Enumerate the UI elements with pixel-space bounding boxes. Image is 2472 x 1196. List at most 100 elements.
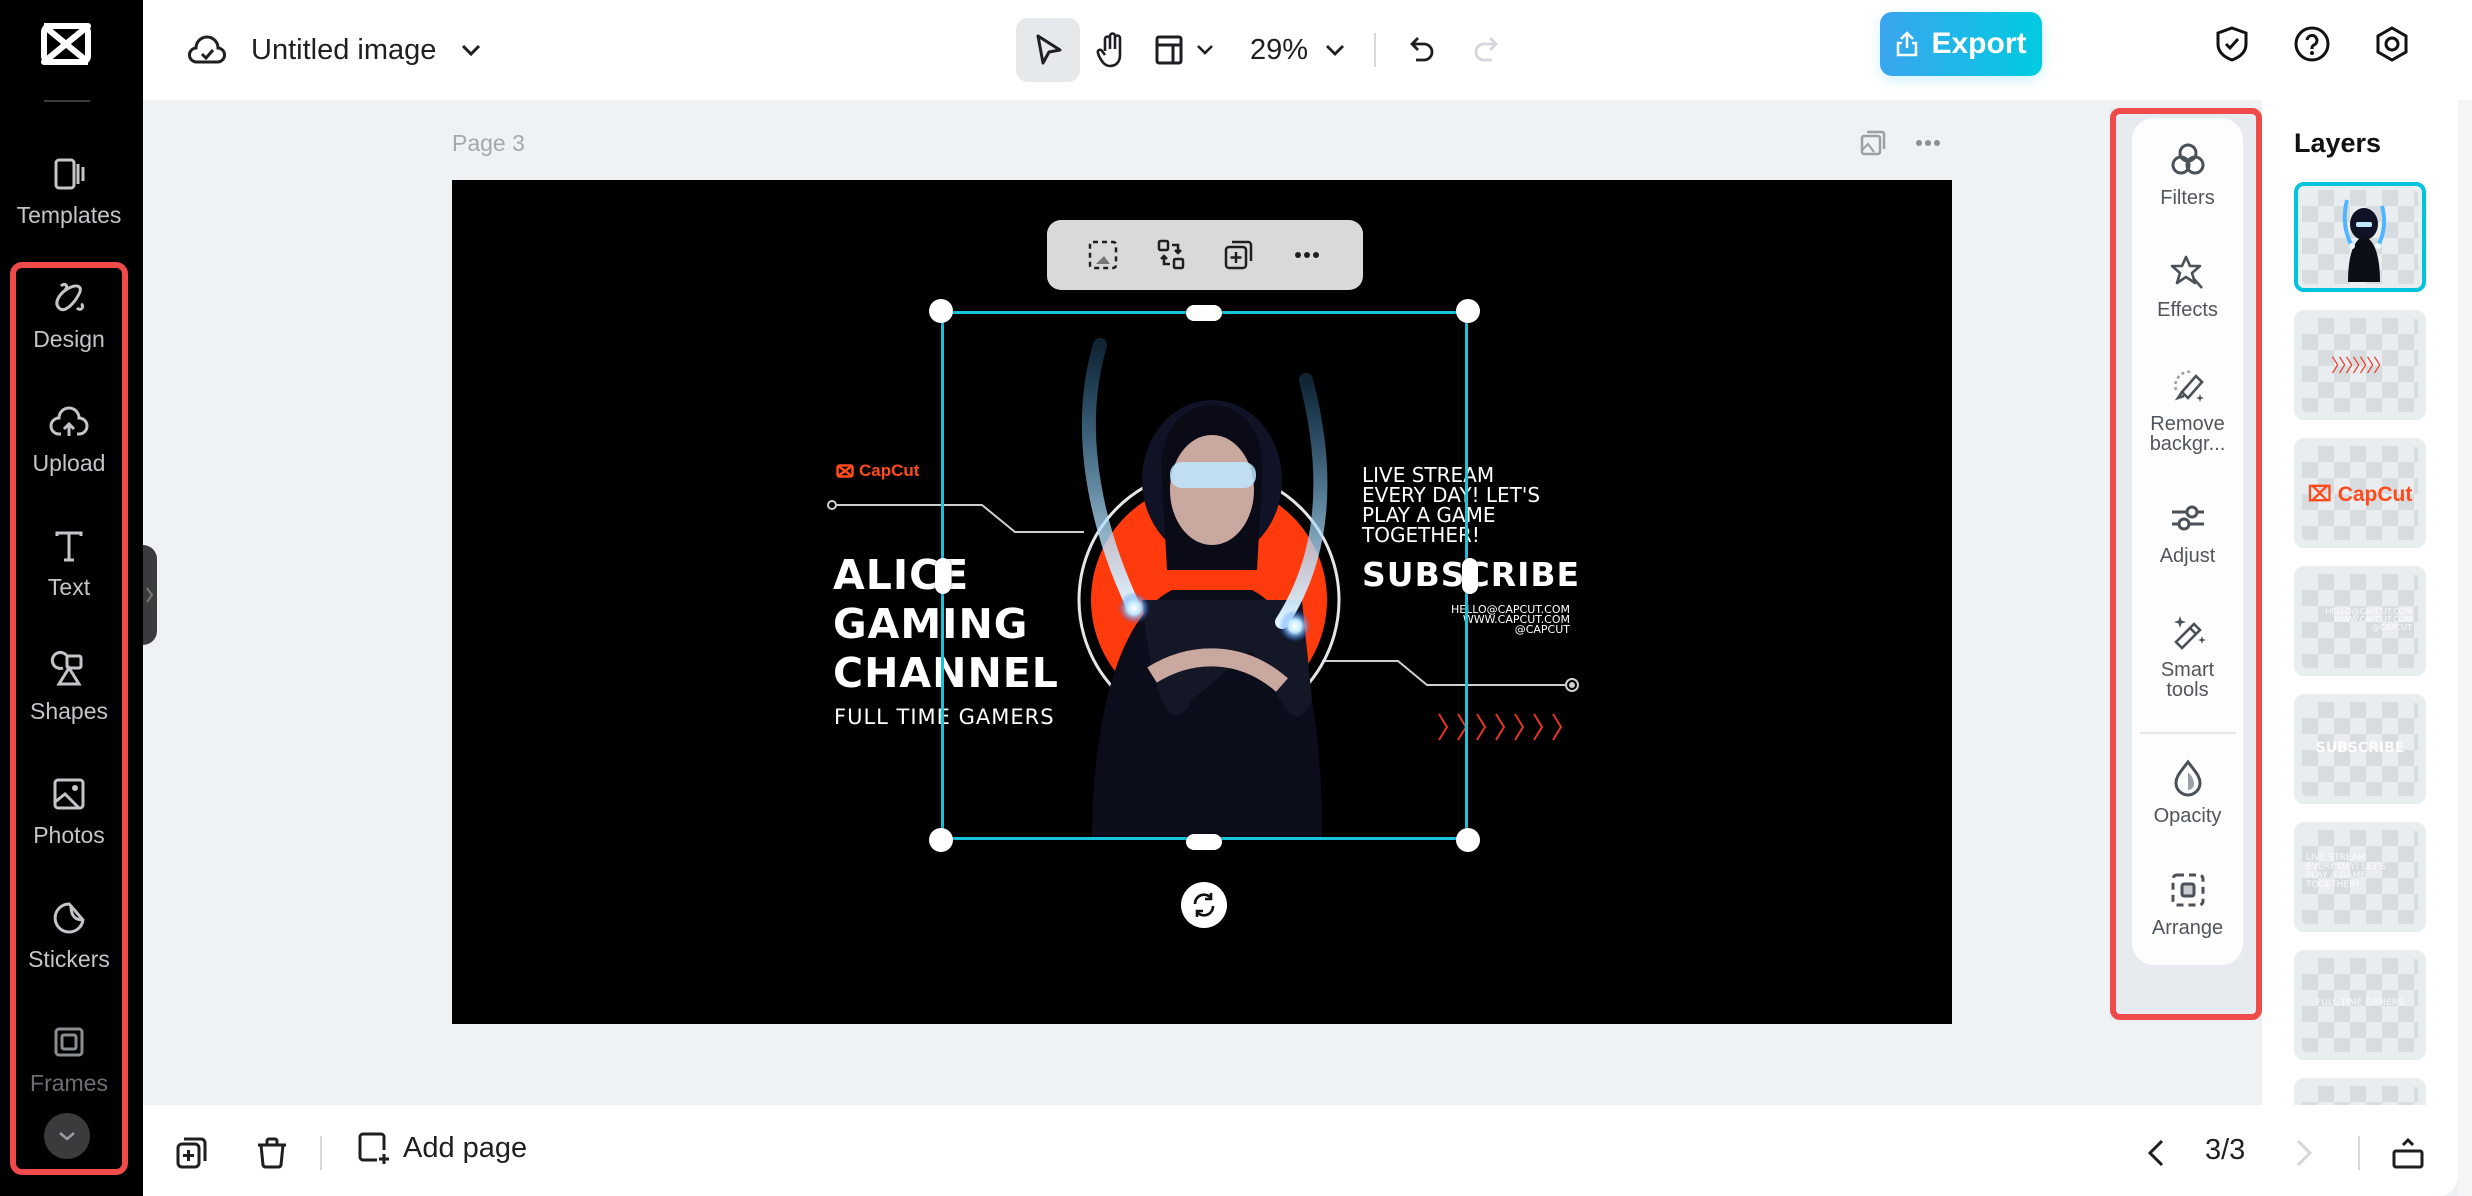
layer-live-text[interactable]: LIVE STREAM EVERY DAY! LET'S PLAY A GAME…	[2294, 822, 2426, 932]
chevron-right-icon	[146, 587, 154, 603]
chevron-down-icon	[59, 1132, 75, 1141]
layer-contact-text[interactable]: HELLO@CAPCUT.COM WWW.CAPCUT.COM @CAPCUT	[2294, 566, 2426, 676]
chevron-down-icon[interactable]	[460, 43, 482, 57]
replace-button[interactable]	[1154, 238, 1188, 272]
tool-filters[interactable]: Filters	[2132, 140, 2243, 208]
bottom-divider	[320, 1136, 322, 1170]
layer-thumbnail-text: 〉〉〉〉〉〉〉	[2331, 356, 2391, 377]
sidebar-item-frames[interactable]: Frames	[10, 1014, 128, 1124]
more-horizontal-icon	[1295, 252, 1319, 258]
collapse-panel-toggle[interactable]	[143, 545, 157, 645]
tool-label: Filters	[2160, 187, 2215, 209]
undo-button[interactable]	[1390, 18, 1454, 82]
hand-tool-button[interactable]	[1080, 18, 1144, 82]
trash-icon	[258, 1137, 286, 1169]
duplicate-button[interactable]	[1222, 238, 1256, 272]
capcut-logo-icon[interactable]	[38, 22, 94, 66]
delete-page-button[interactable]	[254, 1135, 290, 1171]
bottom-divider	[2358, 1136, 2360, 1170]
export-upload-icon	[1897, 31, 1918, 57]
sidebar-item-label: Design	[33, 326, 105, 352]
redo-button[interactable]	[1454, 18, 1518, 82]
chevron-right-icon	[2296, 1139, 2313, 1167]
rotate-handle[interactable]	[1181, 882, 1227, 928]
sidebar-item-design[interactable]: Design	[10, 270, 128, 380]
resize-handle-bottom-left[interactable]	[929, 828, 953, 852]
page-counter: 3/3	[2205, 1134, 2246, 1166]
sidebar-item-shapes[interactable]: Shapes	[10, 642, 128, 752]
layout-dropdown[interactable]	[1144, 18, 1224, 82]
logo-divider	[44, 100, 90, 102]
tool-effects[interactable]: Effects	[2132, 252, 2243, 320]
toolbar-divider	[1374, 33, 1377, 67]
undo-icon	[1410, 37, 1434, 62]
layer-person-image[interactable]	[2294, 182, 2426, 292]
sidebar-item-text[interactable]: Text	[10, 518, 128, 628]
remove-background-icon	[2173, 370, 2204, 402]
layer-subtitle-text[interactable]: FULL TIME GAMERS	[2294, 950, 2426, 1060]
resize-handle-top-left[interactable]	[929, 299, 953, 323]
capcut-mark-icon	[836, 464, 854, 478]
tool-remove-background[interactable]: Remove backgr...	[2132, 366, 2243, 454]
design-contact-text[interactable]: HELLO@CAPCUT.COM WWW.CAPCUT.COM @CAPCUT	[1380, 604, 1570, 635]
expand-pages-button[interactable]	[2390, 1135, 2426, 1171]
red-chevrons	[1438, 713, 1563, 741]
tool-arrange[interactable]: Arrange	[2132, 870, 2243, 938]
zoom-level[interactable]: 29%	[1250, 34, 1308, 67]
sidebar-item-templates[interactable]: Templates	[10, 146, 128, 256]
circuit-line-left	[827, 500, 1084, 533]
sidebar-more-button[interactable]	[44, 1113, 90, 1159]
shield-button[interactable]	[2210, 22, 2254, 66]
tool-smart-tools[interactable]: Smart tools	[2132, 612, 2243, 700]
layer-thumbnail-text: ⌧ CapCut	[2307, 483, 2413, 506]
top-bar: Untitled image 29%	[143, 0, 2472, 100]
tool-label: Opacity	[2153, 805, 2222, 827]
frames-icon	[54, 1027, 84, 1057]
redo-icon	[1474, 37, 1499, 62]
tool-label: Remove backgr...	[2149, 413, 2226, 455]
document-title[interactable]: Untitled image	[251, 34, 436, 67]
page-label: Page 3	[452, 130, 525, 156]
layer-capcut-logo[interactable]: ⌧ CapCut	[2294, 438, 2426, 548]
sidebar-item-label: Templates	[16, 202, 122, 228]
design-live-text[interactable]: LIVE STREAM EVERY DAY! LET'S PLAY A GAME…	[1362, 465, 1602, 545]
resize-handle-top[interactable]	[1186, 305, 1222, 321]
zoom-chevron-down-icon[interactable]	[1324, 43, 1346, 57]
sidebar-item-photos[interactable]: Photos	[10, 766, 128, 876]
sidebar-item-upload[interactable]: Upload	[10, 394, 128, 504]
resize-handle-bottom-right[interactable]	[1456, 828, 1480, 852]
settings-button[interactable]	[2370, 22, 2414, 66]
cloud-saved-icon	[188, 35, 226, 64]
resize-handle-right[interactable]	[1462, 558, 1478, 594]
upload-cloud-icon	[49, 406, 89, 436]
layers-title: Layers	[2294, 128, 2382, 158]
document-title-area[interactable]: Untitled image	[187, 22, 482, 78]
export-button[interactable]: Export	[1880, 12, 2042, 76]
layer-thumbnail-text: SUBSCRIBE	[2315, 740, 2405, 756]
resize-handle-left[interactable]	[935, 558, 951, 594]
page-more-button[interactable]	[1912, 128, 1944, 158]
tool-opacity[interactable]: Opacity	[2132, 758, 2243, 826]
design-capcut-logo[interactable]: CapCut	[836, 461, 919, 481]
page-copy-button[interactable]	[1858, 128, 1888, 158]
resize-handle-bottom[interactable]	[1186, 834, 1222, 850]
tool-label: Arrange	[2151, 917, 2224, 939]
add-page-button[interactable]: Add page	[355, 1130, 527, 1166]
tool-label: Smart tools	[2160, 659, 2215, 701]
previous-page-button[interactable]	[2138, 1135, 2174, 1171]
tool-adjust[interactable]: Adjust	[2132, 498, 2243, 566]
crop-image-button[interactable]	[1086, 238, 1120, 272]
help-button[interactable]	[2290, 22, 2334, 66]
sidebar-item-stickers[interactable]: Stickers	[10, 890, 128, 1000]
more-options-button[interactable]	[1290, 238, 1324, 272]
duplicate-page-button[interactable]	[174, 1135, 210, 1171]
adjust-sliders-icon	[2171, 505, 2204, 531]
design-subtitle[interactable]: FULL TIME GAMERS	[834, 705, 1055, 729]
next-page-button[interactable]	[2286, 1135, 2322, 1171]
select-tool-button[interactable]	[1016, 18, 1080, 82]
layer-chevrons[interactable]: 〉〉〉〉〉〉〉	[2294, 310, 2426, 420]
resize-handle-top-right[interactable]	[1456, 299, 1480, 323]
tool-label: Adjust	[2159, 545, 2216, 567]
effects-star-icon	[2170, 255, 2203, 289]
layer-subscribe-text[interactable]: SUBSCRIBE	[2294, 694, 2426, 804]
